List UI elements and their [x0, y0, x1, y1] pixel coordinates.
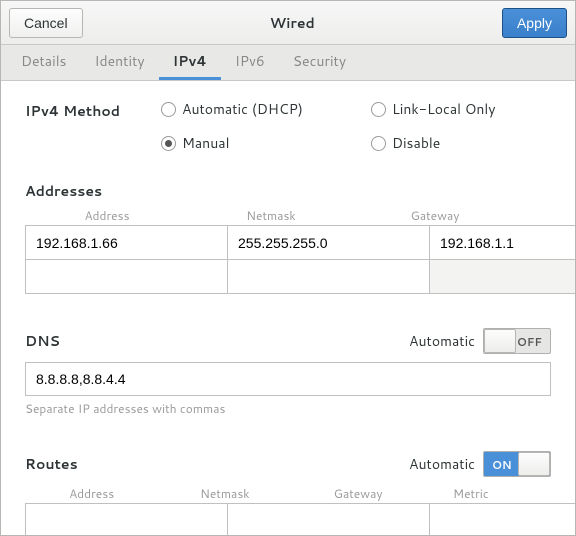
radio-automatic-dhcp[interactable]: Automatic (DHCP): [161, 99, 371, 119]
switch-knob: [484, 329, 516, 353]
tab-ipv6[interactable]: IPv6: [221, 45, 279, 80]
radio-label: Automatic (DHCP): [182, 99, 303, 119]
radio-icon: [371, 102, 386, 117]
route-gateway-input[interactable]: [429, 503, 575, 535]
address-input[interactable]: [25, 259, 228, 294]
dns-title: DNS: [25, 331, 60, 351]
radio-link-local-only[interactable]: Link-Local Only: [371, 99, 551, 119]
dns-hint: Separate IP addresses with commas: [25, 400, 551, 417]
dialog-title: Wired: [270, 13, 315, 33]
radio-manual[interactable]: Manual: [161, 133, 371, 153]
tab-bar: Details Identity IPv4 IPv6 Security: [1, 45, 575, 81]
content-area: IPv4 Method Automatic (DHCP) Link-Local …: [1, 81, 575, 535]
dns-automatic-label: Automatic: [409, 331, 475, 351]
col-header-netmask: Netmask: [158, 485, 291, 502]
tab-security[interactable]: Security: [279, 45, 360, 80]
radio-disable[interactable]: Disable: [371, 133, 551, 153]
col-header-netmask: Netmask: [189, 207, 353, 224]
address-row: [25, 226, 551, 260]
routes-automatic-label: Automatic: [409, 454, 475, 474]
dns-automatic-switch[interactable]: OFF: [483, 328, 551, 354]
col-header-address: Address: [25, 485, 158, 502]
routes-column-headers: Address Netmask Gateway Metric: [25, 485, 551, 502]
addresses-title: Addresses: [25, 181, 551, 201]
col-header-gateway: Gateway: [353, 207, 517, 224]
address-row: [25, 260, 551, 294]
routes-automatic-group: Automatic ON: [409, 451, 551, 477]
radio-icon: [161, 136, 176, 151]
apply-button[interactable]: Apply: [502, 8, 567, 38]
switch-on-label: ON: [492, 457, 512, 473]
netmask-input[interactable]: [227, 225, 430, 260]
dns-automatic-group: Automatic OFF: [409, 328, 551, 354]
addresses-column-headers: Address Netmask Gateway: [25, 207, 551, 224]
switch-off-label: OFF: [517, 334, 542, 350]
radio-label: Manual: [182, 133, 229, 153]
dns-servers-input[interactable]: [25, 362, 551, 396]
dns-header: DNS Automatic OFF: [25, 328, 551, 354]
tab-identity[interactable]: Identity: [81, 45, 159, 80]
col-header-gateway: Gateway: [292, 485, 425, 502]
switch-knob: [518, 452, 550, 476]
route-address-input[interactable]: [25, 503, 228, 535]
dialog-header: Cancel Wired Apply: [1, 1, 575, 45]
tab-ipv4[interactable]: IPv4: [159, 45, 221, 80]
address-input[interactable]: [25, 225, 228, 260]
col-header-metric: Metric: [425, 485, 517, 502]
radio-icon: [161, 102, 176, 117]
netmask-input[interactable]: [227, 259, 430, 294]
route-netmask-input[interactable]: [227, 503, 430, 535]
ipv4-method-section: IPv4 Method Automatic (DHCP) Link-Local …: [25, 99, 551, 153]
ipv4-method-options: Automatic (DHCP) Link-Local Only Manual …: [161, 99, 551, 153]
gateway-input: [429, 259, 575, 294]
gateway-input[interactable]: [429, 225, 575, 260]
col-header-address: Address: [25, 207, 189, 224]
cancel-button[interactable]: Cancel: [9, 8, 83, 38]
ipv4-method-label: IPv4 Method: [25, 99, 161, 153]
routes-automatic-switch[interactable]: ON: [483, 451, 551, 477]
routes-title: Routes: [25, 454, 78, 474]
radio-label: Disable: [392, 133, 440, 153]
route-row: [25, 504, 551, 535]
radio-label: Link-Local Only: [392, 99, 496, 119]
radio-icon: [371, 136, 386, 151]
tab-details[interactable]: Details: [7, 45, 81, 80]
routes-header: Routes Automatic ON: [25, 451, 551, 477]
